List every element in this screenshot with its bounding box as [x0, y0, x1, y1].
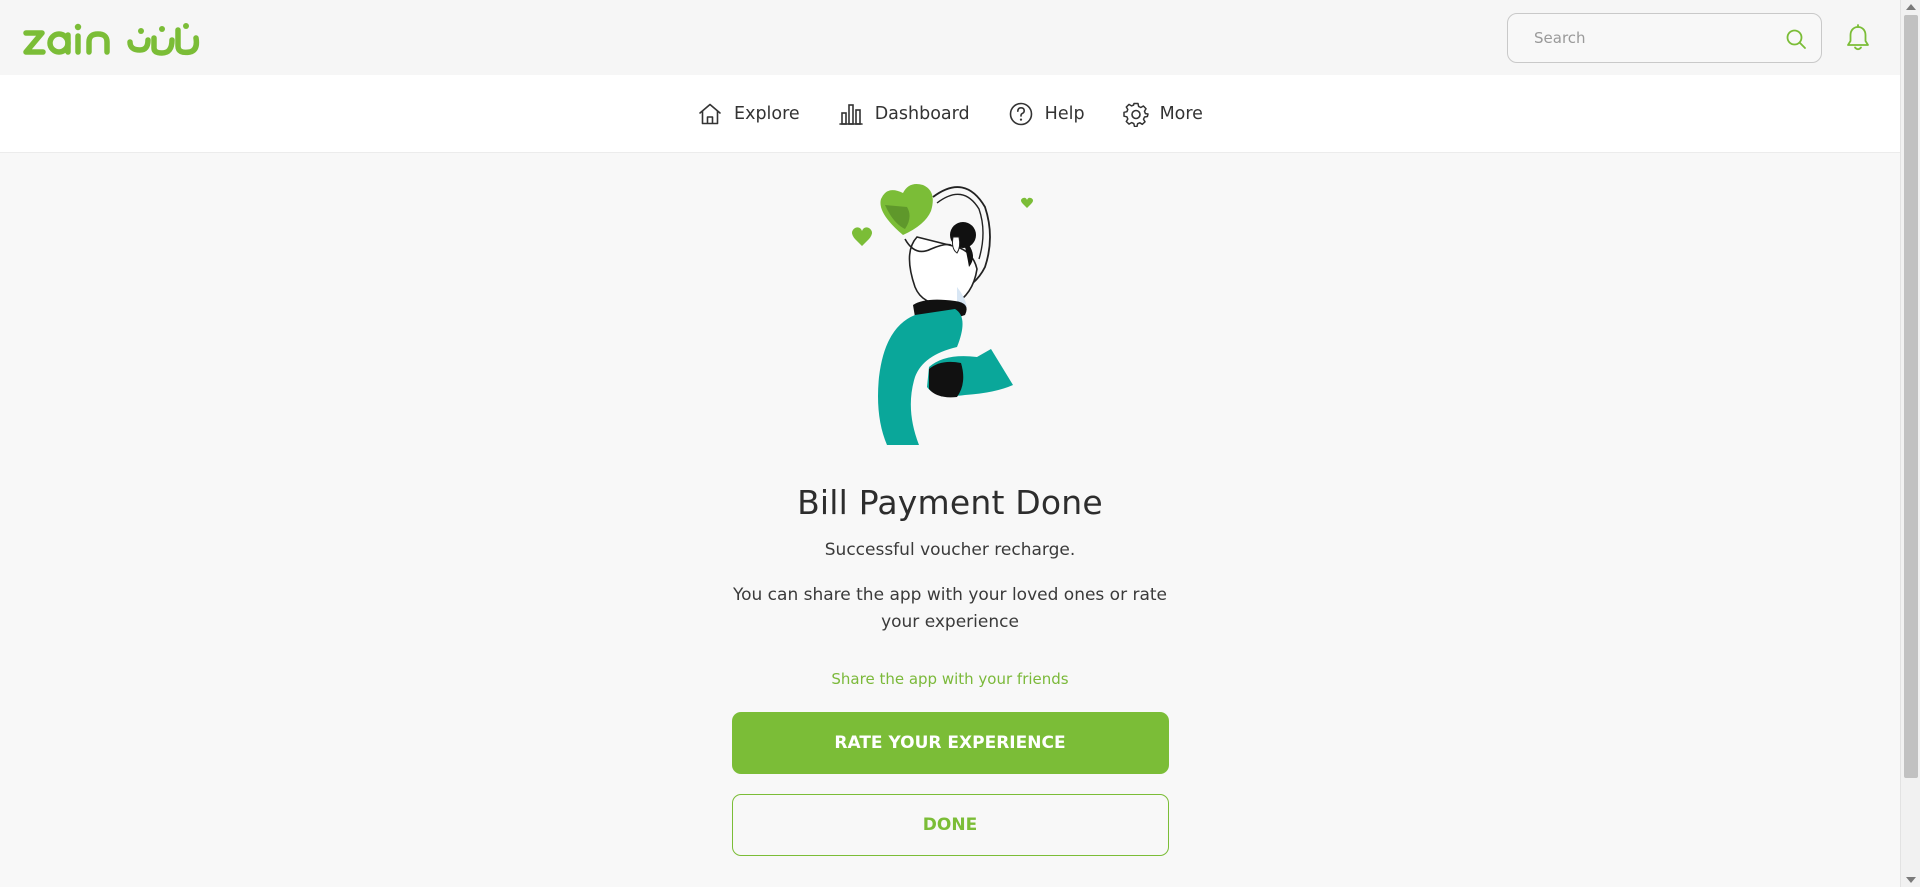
page-title: Bill Payment Done — [797, 483, 1103, 522]
page: Explore Dashboard Help — [0, 0, 1900, 887]
bell-icon[interactable] — [1845, 24, 1871, 52]
scroll-down-arrow-icon[interactable] — [1906, 877, 1916, 883]
search-box — [1507, 13, 1822, 63]
share-app-link[interactable]: Share the app with your friends — [831, 670, 1068, 688]
nav-item-label: Dashboard — [874, 104, 970, 124]
home-icon — [699, 103, 721, 125]
done-button[interactable]: DONE — [731, 794, 1169, 856]
search-icon[interactable] — [1785, 28, 1807, 50]
nav-item-more[interactable]: More — [1122, 101, 1203, 127]
nav-item-dashboard[interactable]: Dashboard — [838, 101, 970, 127]
nav-item-label: Help — [1044, 104, 1085, 124]
nav-item-label: Explore — [734, 104, 800, 124]
question-circle-icon — [1009, 102, 1032, 126]
bar-chart-icon — [838, 104, 863, 125]
gear-icon — [1122, 102, 1149, 127]
payment-success-panel: Bill Payment Done Successful voucher rec… — [0, 153, 1900, 887]
zain-logo-icon[interactable] — [22, 16, 200, 60]
main-nav: Explore Dashboard Help More — [0, 75, 1900, 153]
status-message: Successful voucher recharge. — [824, 540, 1076, 560]
description-text: You can share the app with your loved on… — [732, 585, 1168, 632]
nav-item-explore[interactable]: Explore — [697, 101, 800, 127]
nav-item-help[interactable]: Help — [1008, 101, 1085, 127]
nav-item-label: More — [1159, 104, 1203, 124]
rate-experience-button[interactable]: RATE YOUR EXPERIENCE — [731, 712, 1169, 774]
vertical-scrollbar[interactable] — [1900, 0, 1920, 887]
scroll-up-arrow-icon[interactable] — [1906, 4, 1916, 10]
top-header — [0, 0, 1900, 75]
woman-holding-heart-illustration — [852, 184, 1033, 445]
search-input[interactable] — [1508, 14, 1778, 62]
scrollbar-thumb[interactable] — [1904, 15, 1918, 778]
